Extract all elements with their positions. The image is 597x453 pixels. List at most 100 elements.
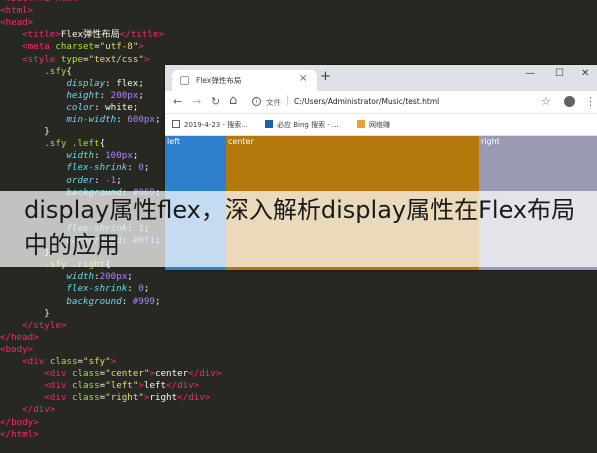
info-icon[interactable]: i	[252, 97, 261, 106]
title-overlay: display属性flex，深入解析display属性在Flex布局中的应用	[0, 191, 597, 267]
bookmark-star-icon[interactable]: ☆	[541, 95, 551, 108]
code-line: background: #999;	[0, 296, 160, 308]
code-token: #999	[132, 295, 155, 307]
code-token: <div	[22, 356, 50, 367]
code-token: .sfy	[44, 65, 67, 77]
menu-icon[interactable]: ⋮	[585, 95, 596, 108]
address-bar[interactable]: i 文件 | C:/Users/Administrator/Music/test…	[249, 94, 539, 110]
code-token: ;	[116, 174, 122, 186]
url-text[interactable]: C:/Users/Administrator/Music/test.html	[294, 97, 439, 106]
code-line: <meta charset="utf-8">	[0, 41, 144, 53]
code-line: height: 200px;	[0, 90, 144, 102]
code-token: {	[99, 138, 106, 150]
code-token: "center"	[105, 368, 150, 380]
code-token: </title>	[119, 29, 165, 41]
forward-icon[interactable]: →	[192, 95, 201, 108]
bookmark-item[interactable]: 必应 Bing 搜索 - ...	[265, 120, 339, 130]
code-token: <body>	[0, 343, 34, 355]
file-label: 文件	[266, 98, 281, 107]
bookmark-label: 2019-4-23 - 搜索...	[184, 121, 248, 129]
code-token: .sfy .left	[44, 138, 100, 150]
code-line: </head>	[0, 332, 39, 344]
profile-avatar-icon[interactable]	[564, 96, 575, 107]
code-token: class	[71, 380, 100, 392]
code-token: </div>	[188, 368, 222, 380]
bookmarks-bar: 2019-4-23 - 搜索... 必应 Bing 搜索 - ... 网络赚	[165, 114, 597, 136]
code-token: <div	[44, 380, 72, 392]
back-icon[interactable]: ←	[173, 95, 182, 108]
tab-title: Flex弹性布局	[196, 76, 242, 85]
minimize-icon[interactable]: —	[525, 68, 535, 79]
bing-icon	[265, 120, 273, 128]
code-token: class	[49, 356, 78, 367]
new-tab-icon[interactable]: +	[320, 69, 331, 84]
code-token: width	[66, 150, 95, 162]
code-line: <head>	[0, 17, 33, 29]
close-window-icon[interactable]: ✕	[581, 68, 589, 79]
browser-titlebar: Flex弹性布局 × + — ☐ ✕	[165, 65, 597, 91]
code-token: <div	[44, 392, 72, 404]
code-token: </head>	[0, 331, 39, 343]
code-line: </body>	[0, 417, 39, 429]
code-token: {	[66, 65, 72, 77]
bookmark-label: 必应 Bing 搜索 - ...	[277, 121, 339, 129]
tab-close-icon[interactable]: ×	[299, 73, 307, 84]
code-token: class	[71, 368, 100, 380]
bookmark-site-icon	[357, 120, 365, 128]
code-line: }	[0, 308, 50, 320]
code-token: :	[121, 295, 133, 307]
code-line: </html>	[0, 429, 39, 441]
code-token: 200px	[99, 271, 128, 283]
code-line: <body>	[0, 344, 33, 356]
code-token: class	[71, 392, 100, 404]
code-token: "sfy"	[83, 356, 111, 367]
bookmark-item[interactable]: 2019-4-23 - 搜索...	[172, 120, 248, 130]
code-token: ;	[127, 271, 133, 283]
code-token: Flex弹性布局	[60, 29, 120, 41]
code-token: </div>	[166, 380, 200, 392]
code-token: <!DOCTYPE html>	[0, 0, 83, 4]
browser-tab[interactable]: Flex弹性布局 ×	[172, 70, 317, 91]
maximize-icon[interactable]: ☐	[555, 68, 564, 79]
code-line: color: white;	[0, 102, 138, 114]
code-token: }	[0, 307, 50, 319]
code-token: height	[66, 89, 100, 101]
code-token: right	[149, 392, 178, 404]
page-favicon-icon	[180, 76, 189, 85]
code-line: <div class="sfy">	[0, 356, 116, 368]
code-line: width:200px;	[0, 271, 133, 283]
code-line: .sfy .left{	[0, 138, 105, 150]
code-line: <style type="text/css">	[0, 54, 149, 66]
code-line: <html>	[0, 5, 33, 17]
browser-toolbar: ← → ↻ ⌂ i 文件 | C:/Users/Administrator/Mu…	[165, 91, 597, 114]
code-line: order: -1;	[0, 174, 122, 187]
home-icon[interactable]: ⌂	[229, 93, 237, 108]
url-separator: |	[286, 95, 290, 106]
code-token: </div>	[177, 392, 211, 404]
code-token: :	[99, 89, 111, 101]
code-token: ;	[132, 150, 139, 162]
code-token: <style	[22, 53, 61, 65]
code-token: >	[143, 53, 150, 65]
code-token: "text/css"	[88, 53, 144, 65]
reload-icon[interactable]: ↻	[211, 95, 220, 108]
code-token: ;	[154, 114, 161, 125]
code-token: >	[110, 356, 117, 367]
code-token: center	[154, 368, 189, 380]
code-token: :	[127, 162, 139, 174]
code-line: </div>	[0, 404, 55, 416]
code-token: <div	[44, 368, 72, 380]
code-token: <title>	[22, 29, 61, 41]
code-token: <head>	[0, 17, 34, 29]
code-token: charset	[55, 41, 95, 53]
bookmark-item[interactable]: 网络赚	[357, 120, 390, 130]
